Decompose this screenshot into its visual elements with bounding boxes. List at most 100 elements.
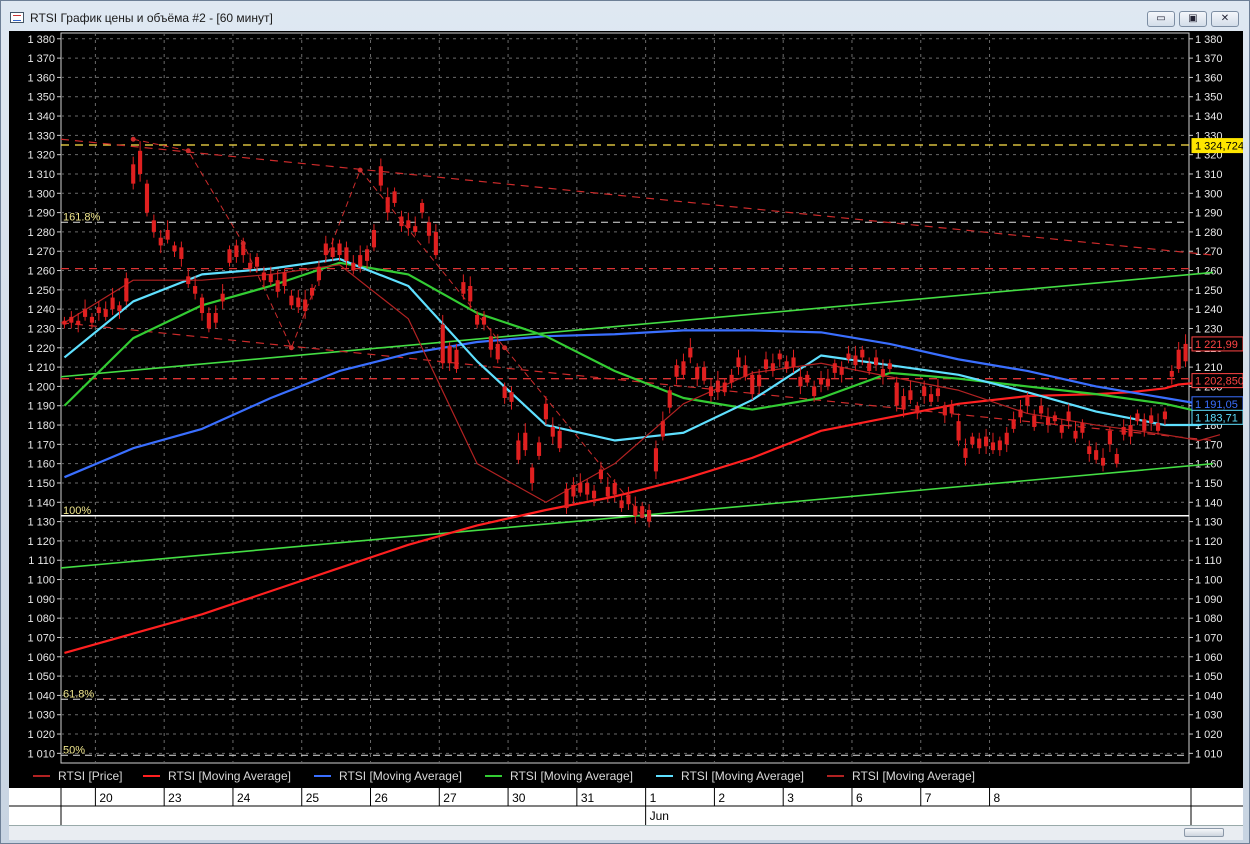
candle-body (495, 343, 500, 360)
y-tick-label-right: 1 260 (1195, 266, 1223, 278)
candle-body (970, 436, 975, 445)
y-tick-label-right: 1 140 (1195, 497, 1223, 509)
candle-body (1039, 405, 1044, 414)
y-tick-label-left: 1 310 (27, 169, 55, 181)
y-tick-label-left: 1 270 (27, 246, 55, 258)
chart-window: RTSI График цены и объёма #2 - [60 минут… (0, 0, 1250, 844)
scroll-thumb[interactable] (1184, 828, 1224, 837)
candle-body (89, 316, 95, 323)
candle-body (303, 299, 308, 312)
y-tick-label-right: 1 250 (1195, 285, 1223, 297)
candle-body (234, 245, 239, 258)
price-chart-area[interactable]: 1 010 1 010 1 020 1 020 1 030 1 030 1 040 1 040… (9, 31, 1244, 787)
candle-body (715, 380, 720, 393)
candle-body (908, 390, 913, 400)
candle-body (365, 249, 370, 261)
y-tick-label-left: 1 300 (27, 188, 55, 200)
candle-body (158, 237, 163, 246)
candle-body (571, 484, 576, 497)
candle-body (385, 197, 390, 213)
zigzag-point (288, 345, 294, 351)
candle-body (261, 272, 266, 281)
candle-body (585, 482, 590, 495)
candle-body (750, 374, 755, 395)
y-tick-label-left: 1 330 (27, 130, 55, 142)
candle-body (69, 316, 74, 323)
time-axis-svg: 20 23 24 25 26 27 30 31 1 2 3 6 7 8Jun (9, 788, 1243, 826)
candle-body (447, 345, 452, 364)
minimize-button[interactable]: ▭ (1147, 11, 1175, 27)
y-tick-label-left: 1 260 (27, 266, 55, 278)
candle-body (1128, 425, 1133, 437)
title-bar[interactable]: RTSI График цены и объёма #2 - [60 минут… (1, 1, 1249, 31)
x-tick-label: 20 (99, 791, 113, 805)
candle-body (1018, 409, 1023, 418)
candle-body (825, 378, 830, 387)
y-tick-label-right: 1 380 (1195, 34, 1223, 46)
candle-body (1169, 370, 1174, 377)
x-tick-label: 24 (237, 791, 251, 805)
time-axis[interactable]: 20 23 24 25 26 27 30 31 1 2 3 6 7 8 Jun (9, 787, 1243, 826)
candle-body (454, 349, 459, 370)
trendline (60, 271, 1214, 378)
zigzag-point (185, 148, 191, 154)
candle-body (598, 469, 603, 480)
y-tick-label-right: 1 090 (1195, 594, 1223, 606)
candle-body (873, 357, 879, 366)
candle-body (62, 320, 67, 325)
candle-body (543, 403, 548, 420)
candle-body (165, 229, 170, 240)
candle-body (475, 314, 480, 325)
fib-level-label: 61.8% (63, 688, 94, 700)
legend-item: RTSI [Moving Average] (314, 769, 462, 783)
legend-item: RTSI [Moving Average] (485, 769, 633, 783)
candle-body (619, 500, 624, 509)
y-tick-label-right: 1 240 (1195, 304, 1223, 316)
minimize-icon: ▭ (1156, 13, 1166, 24)
y-tick-label-right: 1 360 (1195, 72, 1223, 84)
candle-body (832, 363, 837, 373)
candle-body (1025, 396, 1030, 406)
candle-body (784, 361, 789, 370)
candle-body (76, 320, 81, 325)
candle-body (674, 365, 679, 377)
candle-body (406, 220, 411, 229)
close-button[interactable]: ✕ (1211, 11, 1239, 27)
candle-body (605, 486, 610, 497)
x-tick-label: 26 (375, 791, 389, 805)
y-tick-label-left: 1 340 (27, 111, 55, 123)
candle-body (1114, 454, 1119, 464)
y-tick-label-left: 1 250 (27, 285, 55, 297)
candle-body (1162, 411, 1167, 420)
candle-body (949, 405, 954, 414)
candle-body (358, 255, 363, 267)
y-tick-label-left: 1 320 (27, 150, 55, 162)
candle-body (399, 216, 404, 227)
candle-body (922, 386, 927, 397)
candle-body (1087, 446, 1092, 455)
legend-label: RTSI [Price] (58, 769, 123, 783)
x-tick-label: 25 (306, 791, 320, 805)
candle-body (798, 376, 803, 387)
candle-body (729, 374, 734, 383)
candle-body (887, 363, 892, 370)
x-tick-label: 23 (168, 791, 182, 805)
y-tick-label-left: 1 040 (27, 690, 55, 702)
horizontal-scrollbar[interactable] (9, 825, 1243, 840)
x-tick-label: 2 (718, 791, 725, 805)
price-tag-label: 1 191,05 (1195, 399, 1238, 411)
candle-body (138, 150, 143, 174)
maximize-button[interactable]: ▣ (1179, 11, 1207, 27)
y-tick-label-left: 1 070 (27, 632, 55, 644)
y-tick-label-right: 1 170 (1195, 439, 1223, 451)
candle-body (867, 363, 872, 371)
candle-body (1155, 423, 1161, 431)
candle-body (591, 490, 597, 499)
candle-body (96, 307, 101, 314)
candle-body (509, 392, 514, 402)
candle-body (736, 357, 741, 368)
y-tick-label-right: 1 210 (1195, 362, 1223, 374)
price-chart-svg: 1 010 1 010 1 020 1 020 1 030 1 030 1 040 1 040… (27, 32, 1244, 764)
candle-body (791, 357, 796, 368)
candle-body (880, 369, 885, 377)
